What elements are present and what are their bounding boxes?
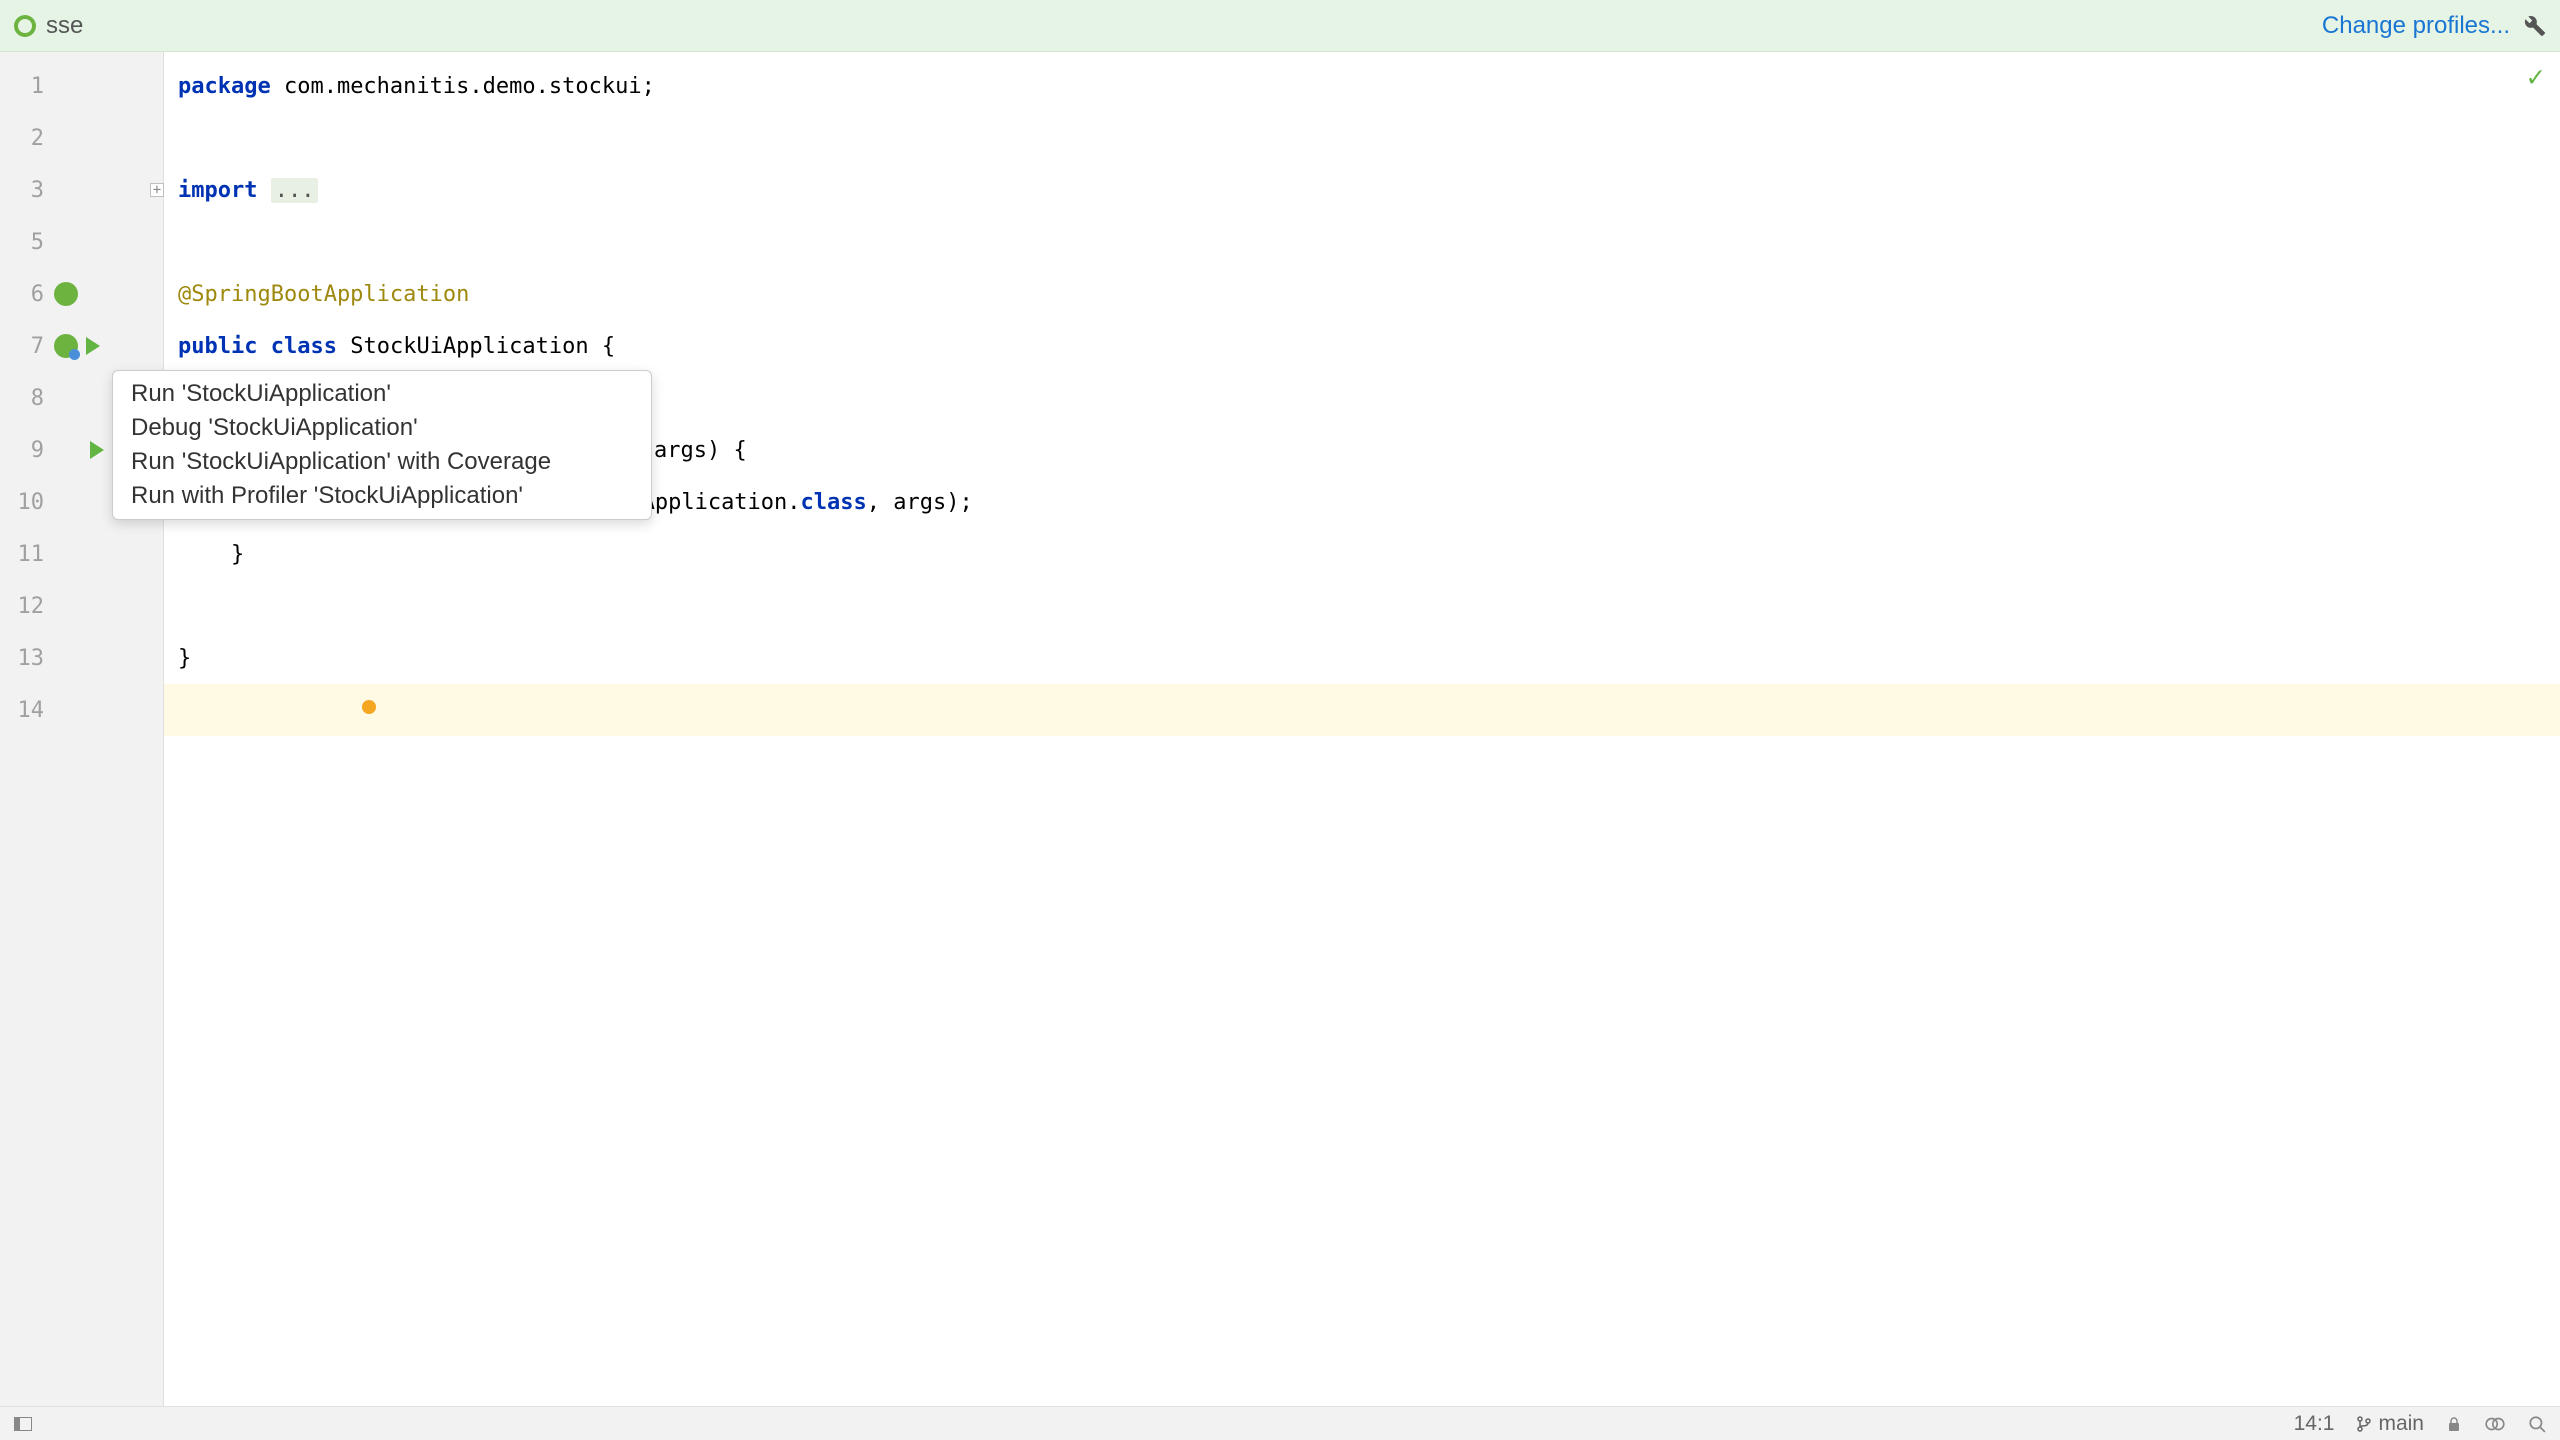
run-triangle-icon[interactable] [90, 441, 104, 459]
line-number: 6 [0, 282, 50, 307]
gutter-line: 11 [0, 528, 163, 580]
line-number: 7 [0, 334, 50, 359]
gutter-icons [54, 334, 100, 358]
code-area[interactable]: ✓ package com.mechanitis.demo.stockui; i… [164, 52, 2560, 1406]
code-text: , args); [867, 490, 973, 515]
services-icon[interactable] [2484, 1415, 2506, 1433]
code-line [164, 216, 2560, 268]
line-number: 9 [0, 438, 50, 463]
fold-plus-icon[interactable]: + [150, 183, 164, 197]
spring-java-icon[interactable] [54, 334, 78, 358]
spring-bean-icon[interactable] [54, 282, 78, 306]
keyword: import [178, 178, 257, 203]
keyword: class [271, 334, 337, 359]
gutter-line: 12 [0, 580, 163, 632]
spring-boot-icon [14, 15, 36, 37]
inspection-ok-icon[interactable]: ✓ [2527, 60, 2544, 93]
editor-container: 1 2 3 + 5 6 7 8 9 [0, 52, 2560, 1406]
line-number: 14 [0, 698, 50, 723]
line-number: 8 [0, 386, 50, 411]
gutter-icons [54, 282, 78, 306]
folded-imports[interactable]: ... [271, 178, 319, 203]
run-context-menu: Run 'StockUiApplication' Debug 'StockUiA… [112, 370, 652, 520]
code-text: } [178, 542, 244, 567]
code-line [164, 112, 2560, 164]
status-right: 14:1 main [2294, 1412, 2546, 1436]
gutter-line: 1 [0, 60, 163, 112]
line-number: 11 [0, 542, 50, 567]
line-number: 2 [0, 126, 50, 151]
keyword: package [178, 74, 271, 99]
gutter-line: 7 [0, 320, 163, 372]
gutter-line: 13 [0, 632, 163, 684]
keyword: public [178, 334, 257, 359]
line-number: 12 [0, 594, 50, 619]
search-icon[interactable] [2528, 1415, 2546, 1433]
git-branch-widget[interactable]: main [2356, 1412, 2424, 1436]
line-number: 5 [0, 230, 50, 255]
code-line [164, 580, 2560, 632]
editor-gutter: 1 2 3 + 5 6 7 8 9 [0, 52, 164, 1406]
tool-window-toggle-icon[interactable] [14, 1417, 32, 1431]
code-line: @SpringBootApplication [164, 268, 2560, 320]
line-number: 13 [0, 646, 50, 671]
change-profiles-link[interactable]: Change profiles... [2322, 12, 2510, 40]
menu-debug[interactable]: Debug 'StockUiApplication' [113, 411, 651, 445]
banner-left: sse [14, 12, 83, 40]
intention-bulb-icon[interactable] [362, 700, 376, 714]
gutter-icons [84, 441, 104, 459]
code-line: package com.mechanitis.demo.stockui; [164, 60, 2560, 112]
code-line: public class StockUiApplication { [164, 320, 2560, 372]
keyword: class [801, 490, 867, 515]
gutter-line: 6 [0, 268, 163, 320]
package-name: com.mechanitis.demo.stockui; [271, 74, 655, 99]
lock-icon[interactable] [2446, 1415, 2462, 1433]
menu-profiler[interactable]: Run with Profiler 'StockUiApplication' [113, 479, 651, 513]
annotation: @SpringBootApplication [178, 282, 469, 307]
banner-right: Change profiles... [2322, 12, 2546, 40]
cursor-position[interactable]: 14:1 [2294, 1412, 2335, 1436]
code-line: } [164, 528, 2560, 580]
menu-coverage[interactable]: Run 'StockUiApplication' with Coverage [113, 445, 651, 479]
editor-banner: sse Change profiles... [0, 0, 2560, 52]
wrench-icon[interactable] [2524, 15, 2546, 37]
menu-run[interactable]: Run 'StockUiApplication' [113, 377, 651, 411]
run-triangle-icon[interactable] [86, 337, 100, 355]
gutter-line: 3 + [0, 164, 163, 216]
branch-name: main [2378, 1412, 2424, 1436]
code-text: } [178, 646, 191, 671]
line-number: 10 [0, 490, 50, 515]
gutter-line: 14 [0, 684, 163, 736]
code-line-current [164, 684, 2560, 736]
line-number: 3 [0, 178, 50, 203]
line-number: 1 [0, 74, 50, 99]
status-bar: 14:1 main [0, 1406, 2560, 1440]
class-declaration: StockUiApplication { [337, 334, 615, 359]
gutter-line: 5 [0, 216, 163, 268]
code-line: import ... [164, 164, 2560, 216]
banner-title: sse [46, 12, 83, 40]
gutter-line: 2 [0, 112, 163, 164]
status-left [14, 1417, 32, 1431]
code-line: } [164, 632, 2560, 684]
git-branch-icon [2356, 1415, 2372, 1433]
